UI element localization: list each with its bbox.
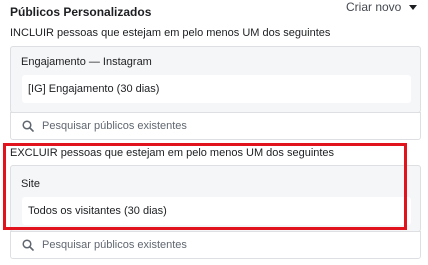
create-new-label: Criar novo: [346, 0, 402, 14]
include-instruction: INCLUIR pessoas que estejam em pelo meno…: [10, 27, 331, 39]
caret-down-icon: [409, 5, 418, 10]
include-search-placeholder: Pesquisar públicos existentes: [42, 120, 187, 132]
exclude-search-placeholder: Pesquisar públicos existentes: [42, 239, 187, 251]
include-selected-audience[interactable]: [IG] Engajamento (30 dias): [22, 75, 411, 103]
include-audience-group: Engajamento — Instagram [IG] Engajamento…: [10, 46, 421, 113]
include-group-label: Engajamento — Instagram: [21, 56, 152, 68]
section-title: Públicos Personalizados: [10, 5, 152, 19]
exclude-selected-audience[interactable]: Todos os visitantes (30 dias): [22, 197, 411, 225]
exclude-group-label: Site: [21, 178, 40, 190]
exclude-audience-group: Site Todos os visitantes (30 dias): [10, 165, 421, 232]
exclude-instruction: EXCLUIR pessoas que estejam em pelo meno…: [10, 147, 335, 159]
exclude-search-input[interactable]: Pesquisar públicos existentes: [10, 231, 421, 259]
create-new-dropdown[interactable]: Criar novo: [346, 0, 418, 14]
search-icon: [22, 120, 34, 132]
search-icon: [22, 239, 34, 251]
include-search-input[interactable]: Pesquisar públicos existentes: [10, 112, 421, 140]
